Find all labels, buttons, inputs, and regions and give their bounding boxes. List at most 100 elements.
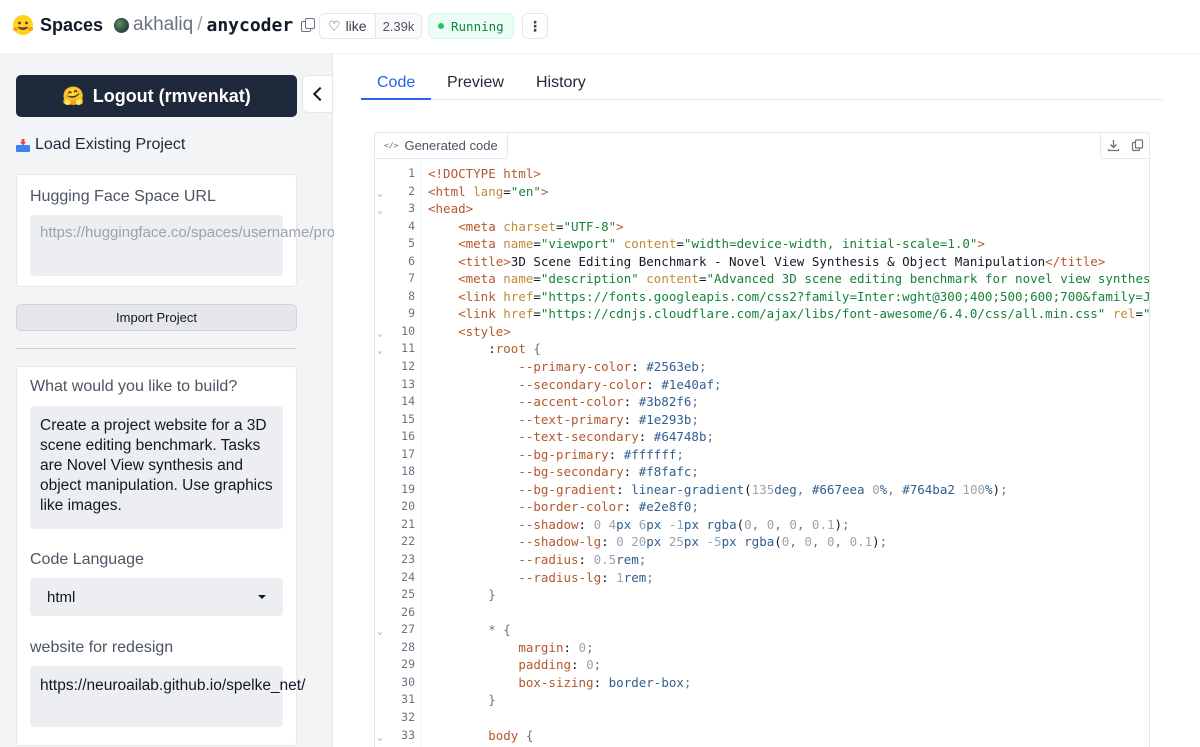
code-text: --text-primary: #1e293b; xyxy=(518,411,699,427)
line-number: 13 xyxy=(401,376,415,391)
owner-avatar xyxy=(114,17,129,33)
code-text: padding: 0; xyxy=(518,657,602,673)
code-text: --radius-lg: 1rem; xyxy=(518,569,654,585)
line-number: 30 xyxy=(401,674,415,689)
main-panel: Code Preview History </> Generated code … xyxy=(334,54,1200,747)
line-number: 23 xyxy=(401,552,415,567)
load-project-label: Load Existing Project xyxy=(35,136,186,153)
code-line: 17 --bg-primary: #ffffff; xyxy=(375,446,1149,464)
code-language-label: Code Language xyxy=(30,551,144,568)
code-text: --radius: 0.5rem; xyxy=(518,552,647,568)
build-label: What would you like to build? xyxy=(30,378,238,395)
build-prompt-textarea[interactable]: Create a project website for a 3D scene … xyxy=(30,406,283,529)
line-number: 28 xyxy=(401,639,415,654)
build-card: What would you like to build? Create a p… xyxy=(16,366,305,746)
kebab-icon: ⋮ xyxy=(528,17,542,34)
more-options-button[interactable]: ⋮ xyxy=(522,13,548,39)
logout-button[interactable]: 🤗 Logout (rmvenkat) xyxy=(16,75,297,117)
code-line: 9 <link href="https://cdnjs.cloudflare.c… xyxy=(375,305,1149,323)
line-number: 12 xyxy=(401,359,415,374)
code-line: 7 <meta name="description" content="Adva… xyxy=(375,270,1150,288)
code-line: 18 --bg-secondary: #f8fafc; xyxy=(375,463,1149,481)
line-number: 7 xyxy=(408,271,415,286)
status-badge[interactable]: Running xyxy=(428,13,514,39)
owner-link[interactable]: akhaliq xyxy=(133,14,193,36)
line-number: 31 xyxy=(401,692,415,707)
code-text: <style> xyxy=(458,323,511,339)
status-dot-icon xyxy=(438,23,444,29)
import-project-button[interactable]: Import Project xyxy=(16,304,297,331)
line-number: 8 xyxy=(408,288,415,303)
repo-link[interactable]: anycoder xyxy=(207,15,294,36)
code-text: } xyxy=(488,587,496,603)
code-text: } xyxy=(488,692,496,708)
sidebar-divider xyxy=(16,348,297,349)
code-text: :root { xyxy=(488,341,541,357)
caret-down-icon xyxy=(258,595,266,599)
inbox-tray-icon xyxy=(16,138,30,152)
code-text: --text-secondary: #64748b; xyxy=(518,429,715,445)
code-text: <title>3D Scene Editing Benchmark - Nove… xyxy=(458,253,1106,269)
tab-code[interactable]: Code xyxy=(377,74,415,92)
code-line: 3 ⌄ <head> xyxy=(375,200,1149,218)
line-number: 22 xyxy=(401,534,415,549)
code-line: 5 <meta name="viewport" content="width=d… xyxy=(375,235,1149,253)
line-number: 6 xyxy=(408,253,415,268)
download-icon xyxy=(1107,140,1119,152)
code-text: box-sizing: border-box; xyxy=(518,674,692,690)
load-project-heading: Load Existing Project xyxy=(16,136,185,154)
code-text: <html lang="en"> xyxy=(428,183,549,199)
code-line: 23 --radius: 0.5rem; xyxy=(375,551,1149,569)
line-number: 20 xyxy=(401,499,415,514)
top-bar: Spaces akhaliq / anycoder ♡ like 2.39k R… xyxy=(0,0,1200,54)
code-line: 6 <title>3D Scene Editing Benchmark - No… xyxy=(375,253,1149,271)
download-button[interactable] xyxy=(1101,133,1125,158)
generated-code-label: Generated code xyxy=(404,138,498,153)
space-url-input[interactable]: https://huggingface.co/spaces/username/p… xyxy=(30,215,359,276)
line-number: 32 xyxy=(401,709,415,724)
code-actions xyxy=(1100,133,1149,159)
code-body[interactable]: 1 <!DOCTYPE html> 2 ⌄ <html lang="en"> 3 ⌄ <hea… xyxy=(375,165,1150,747)
code-line: 19 --bg-gradient: linear-gradient(135deg… xyxy=(375,481,1149,499)
code-line: 11 ⌄ :root { xyxy=(375,340,1149,358)
code-editor[interactable]: </> Generated code 1 <!DOCTYPE html> 2 ⌄ <ht… xyxy=(374,132,1150,747)
collapse-sidebar-button[interactable] xyxy=(302,75,332,113)
spaces-brand[interactable]: Spaces xyxy=(12,14,103,36)
code-line: 12 --primary-color: #2563eb; xyxy=(375,358,1149,376)
tab-history[interactable]: History xyxy=(536,74,586,92)
like-count[interactable]: 2.39k xyxy=(374,14,422,38)
copy-icon[interactable] xyxy=(301,18,316,32)
code-text: --bg-gradient: linear-gradient(135deg, #… xyxy=(518,481,1008,497)
code-text: --border-color: #e2e8f0; xyxy=(518,499,699,515)
line-number: 18 xyxy=(401,464,415,479)
code-line: 2 ⌄ <html lang="en"> xyxy=(375,183,1149,201)
code-text: --primary-color: #2563eb; xyxy=(518,359,707,375)
code-line: 26 xyxy=(375,604,1149,622)
logout-label: Logout (rmvenkat) xyxy=(92,85,251,106)
active-tab-indicator xyxy=(361,98,431,100)
code-text: <meta name="description" content="Advanc… xyxy=(458,271,1150,287)
code-line: 13 --secondary-color: #1e40af; xyxy=(375,376,1149,394)
line-number: 14 xyxy=(401,394,415,409)
code-text: <!DOCTYPE html> xyxy=(428,166,541,181)
code-line: 30 box-sizing: border-box; xyxy=(375,674,1149,692)
hugging-face-icon xyxy=(12,15,34,35)
code-line: 20 --border-color: #e2e8f0; xyxy=(375,498,1149,516)
tab-preview[interactable]: Preview xyxy=(447,74,504,92)
path-separator: / xyxy=(197,14,203,35)
like-button[interactable]: ♡ like 2.39k xyxy=(319,13,423,39)
code-line: 25 } xyxy=(375,586,1149,604)
chevron-left-icon xyxy=(312,86,327,102)
code-language-select[interactable]: html xyxy=(30,578,283,616)
code-line: 22 --shadow-lg: 0 20px 25px -5px rgba(0,… xyxy=(375,533,1149,551)
like-toggle[interactable]: ♡ like xyxy=(320,14,375,38)
copy-code-button[interactable] xyxy=(1125,133,1149,158)
redesign-url-input[interactable]: https://neuroailab.github.io/spelke_net/ xyxy=(30,666,305,727)
space-url-card: Hugging Face Space URL https://huggingfa… xyxy=(16,174,359,287)
redesign-label: website for redesign xyxy=(30,639,174,656)
sidebar: 🤗 Logout (rmvenkat) Load Existing Projec… xyxy=(0,54,359,747)
fold-chevron-icon[interactable]: ⌄ xyxy=(377,730,382,747)
line-number: 15 xyxy=(401,411,415,426)
line-number: 21 xyxy=(401,516,415,531)
code-text: body { xyxy=(488,727,534,743)
